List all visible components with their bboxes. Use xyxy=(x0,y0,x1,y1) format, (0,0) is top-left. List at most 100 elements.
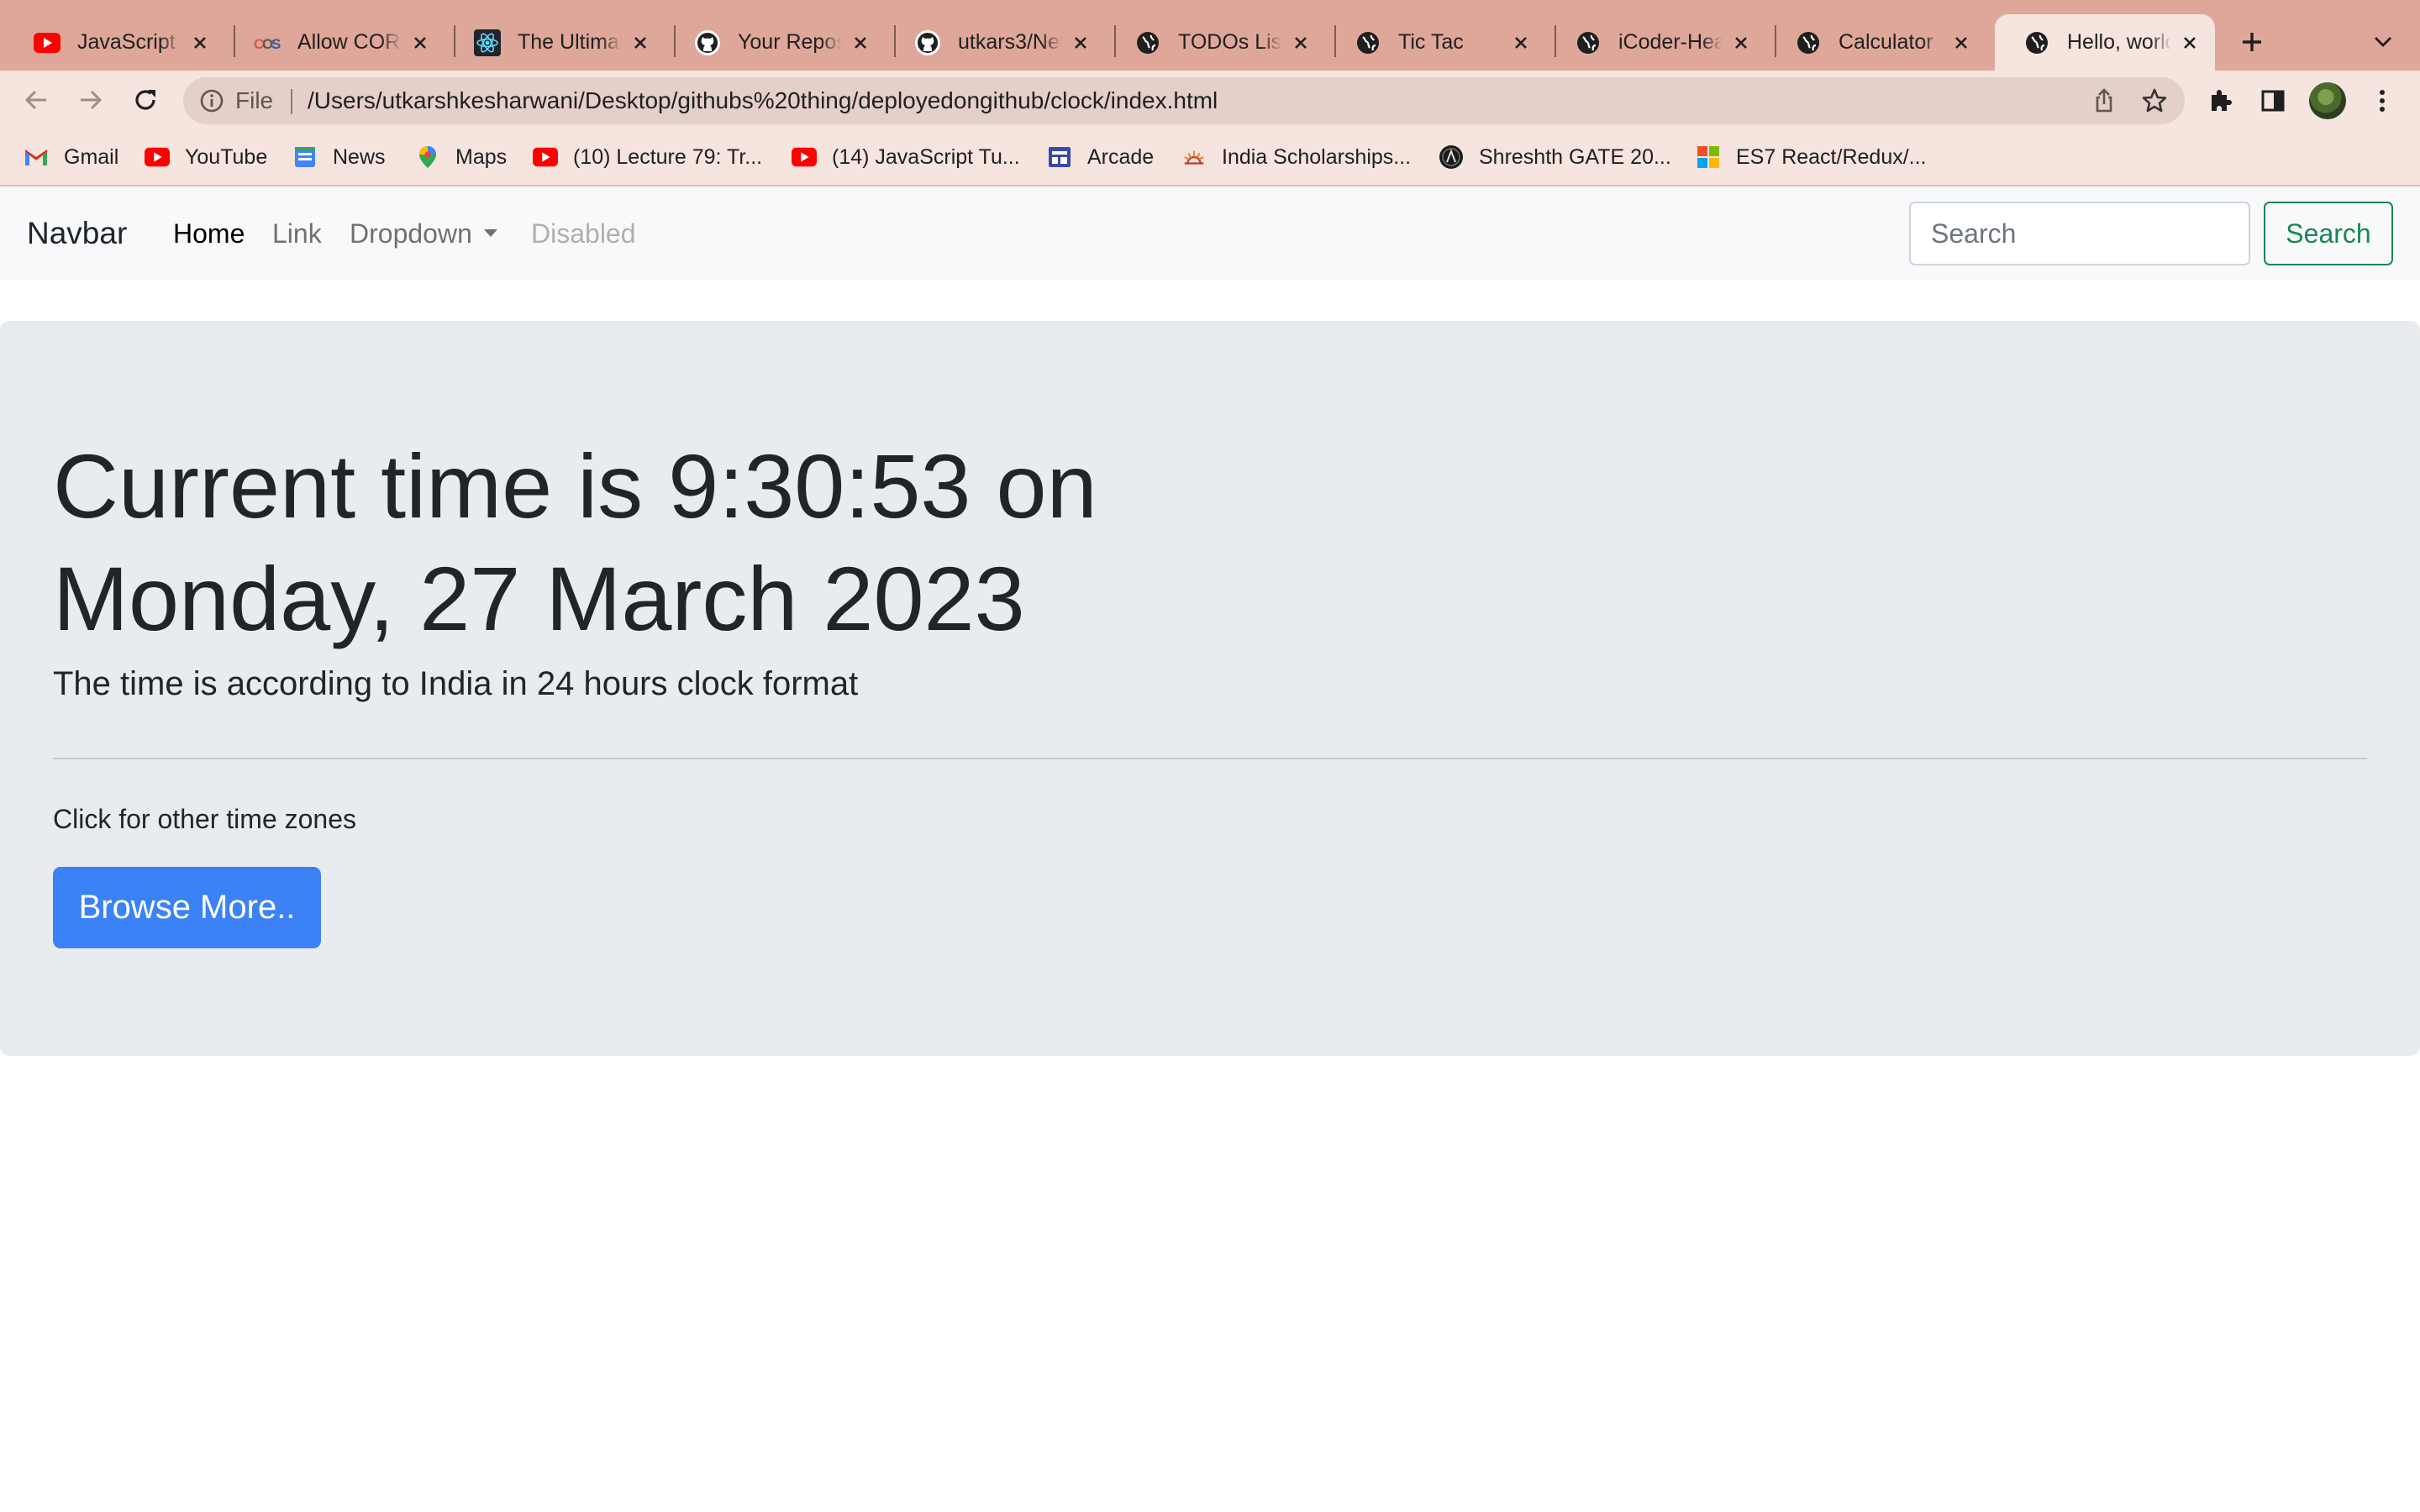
scholarship-icon xyxy=(1181,144,1207,170)
bookmark-maps[interactable]: Maps xyxy=(415,129,507,185)
nav-link-home[interactable]: Home xyxy=(173,186,245,281)
close-icon[interactable] xyxy=(1067,29,1094,56)
bookmark-arcade[interactable]: Arcade xyxy=(1047,129,1154,185)
arcade-icon xyxy=(1047,144,1072,170)
reload-button[interactable] xyxy=(129,83,162,117)
bookmark-lecture-79[interactable]: (10) Lecture 79: Tr... xyxy=(533,129,762,185)
profile-avatar[interactable] xyxy=(2309,82,2346,119)
bookmark-gmail[interactable]: Gmail xyxy=(24,129,118,185)
cors-icon: COS xyxy=(254,29,281,56)
other-timezones-text: Click for other time zones xyxy=(53,804,357,834)
close-icon[interactable] xyxy=(1948,29,1975,56)
address-bar[interactable]: File /Users/utkarshkesharwani/Desktop/gi… xyxy=(183,77,2185,124)
youtube-icon xyxy=(145,144,170,170)
bookmark-label: (14) JavaScript Tu... xyxy=(832,144,1020,169)
bookmark-label: Shreshth GATE 20... xyxy=(1479,144,1671,169)
bookmark-star-icon[interactable] xyxy=(2141,87,2168,114)
globe-icon xyxy=(2023,29,2050,56)
tab-title: Hello, world! xyxy=(2067,30,2171,54)
browse-more-button[interactable]: Browse More.. xyxy=(53,867,321,948)
bookmark-label: ES7 React/Redux/... xyxy=(1736,144,1927,169)
tab-icoder[interactable]: iCoder-Heal xyxy=(1546,14,1766,71)
tab-title: utkars3/New xyxy=(958,30,1062,54)
tab-hello-world[interactable]: Hello, world! xyxy=(1995,14,2215,71)
globe-icon xyxy=(1134,29,1161,56)
forward-button[interactable] xyxy=(74,83,108,117)
extensions-button[interactable] xyxy=(2205,85,2237,117)
youtube-icon xyxy=(533,144,558,170)
gmail-icon xyxy=(24,144,49,170)
puzzle-icon xyxy=(2212,90,2232,111)
divider xyxy=(53,758,2367,759)
youtube-icon xyxy=(792,144,817,170)
bookmark-es7-react[interactable]: ES7 React/Redux/... xyxy=(1696,129,1927,185)
plus-icon xyxy=(2243,33,2261,51)
browser-toolbar: File /Users/utkarshkesharwani/Desktop/gi… xyxy=(0,71,2420,129)
info-icon[interactable] xyxy=(198,87,225,114)
share-icon[interactable] xyxy=(2091,87,2118,114)
tab-tic-tac[interactable]: Tic Tac xyxy=(1326,14,1546,71)
tab-strip: JavaScript Ge COS Allow CORS: A The Ulti… xyxy=(0,0,2420,71)
close-icon[interactable] xyxy=(2176,29,2203,56)
nav-dropdown[interactable]: Dropdown xyxy=(350,186,497,281)
bookmark-india-scholarships[interactable]: India Scholarships... xyxy=(1181,129,1411,185)
tab-your-repositories[interactable]: Your Reposito xyxy=(666,14,886,71)
tab-title: iCoder-Heal xyxy=(1618,30,1723,54)
bookmark-javascript-tu[interactable]: (14) JavaScript Tu... xyxy=(792,129,1020,185)
clock-headline: Current time is 9:30:53 on Monday, 27 Ma… xyxy=(53,430,1229,655)
bookmark-label: India Scholarships... xyxy=(1222,144,1412,169)
tab-ultimate[interactable]: The Ultimate xyxy=(445,14,666,71)
chevron-down-icon xyxy=(2375,37,2391,47)
url-scheme-label: File xyxy=(235,87,274,113)
tab-search-button[interactable] xyxy=(2366,22,2400,62)
nav-link-disabled: Disabled xyxy=(531,218,636,249)
arrow-right-icon xyxy=(81,90,103,110)
tab-calculator[interactable]: Calculator xyxy=(1766,14,1986,71)
microsoft-icon xyxy=(1696,144,1721,170)
timezone-lead: The time is according to India in 24 hou… xyxy=(53,665,859,702)
new-tab-button[interactable] xyxy=(2232,22,2272,62)
close-icon[interactable] xyxy=(1507,29,1534,56)
bookmarks-bar: Gmail YouTube News Maps (10) Lecture 79:… xyxy=(0,129,2420,186)
bookmark-label: News xyxy=(333,144,386,169)
tab-title: JavaScript Ge xyxy=(77,30,182,54)
tab-title: Allow CORS: A xyxy=(297,30,402,54)
clock-time-line: Current time is 9:30:53 on xyxy=(53,435,1097,537)
bookmark-youtube[interactable]: YouTube xyxy=(145,129,267,185)
side-panel-icon xyxy=(2261,90,2285,112)
address-divider xyxy=(291,89,292,114)
search-input[interactable] xyxy=(1909,202,2250,265)
tab-title: Tic Tac xyxy=(1398,30,1464,54)
bookmark-label: Arcade xyxy=(1087,144,1155,169)
url-text[interactable]: /Users/utkarshkesharwani/Desktop/githubs… xyxy=(308,77,1218,124)
site-navbar: Navbar Home Link Dropdown Disabled Searc… xyxy=(0,186,2420,281)
close-icon[interactable] xyxy=(847,29,874,56)
search-button[interactable]: Search xyxy=(2264,202,2393,265)
globe-icon xyxy=(1575,29,1602,56)
tab-utkars3-new[interactable]: utkars3/New xyxy=(886,14,1106,71)
bookmark-news[interactable]: News xyxy=(292,129,386,185)
close-icon[interactable] xyxy=(407,29,434,56)
svg-text:S: S xyxy=(271,36,281,52)
side-panel-button[interactable] xyxy=(2257,85,2289,117)
browser-menu-button[interactable] xyxy=(2366,85,2398,117)
tab-todos-list[interactable]: TODOs List xyxy=(1106,14,1326,71)
tab-allow-cors[interactable]: COS Allow CORS: A xyxy=(225,14,445,71)
close-icon[interactable] xyxy=(1728,29,1754,56)
react-icon xyxy=(474,29,501,56)
back-button[interactable] xyxy=(19,83,53,117)
google-maps-icon xyxy=(415,144,440,170)
youtube-icon xyxy=(34,29,60,56)
tab-title: Your Reposito xyxy=(738,30,842,54)
nav-link-link[interactable]: Link xyxy=(272,186,322,281)
caret-down-icon xyxy=(483,229,497,238)
navbar-brand[interactable]: Navbar xyxy=(27,186,127,281)
close-icon[interactable] xyxy=(1287,29,1314,56)
close-icon[interactable] xyxy=(627,29,654,56)
close-icon[interactable] xyxy=(187,29,213,56)
bookmark-shreshth-gate[interactable]: Shreshth GATE 20... xyxy=(1439,129,1671,185)
github-icon xyxy=(914,29,941,56)
nav-dropdown-label: Dropdown xyxy=(350,218,472,249)
tab-javascript[interactable]: JavaScript Ge xyxy=(5,14,225,71)
globe-icon xyxy=(1795,29,1822,56)
